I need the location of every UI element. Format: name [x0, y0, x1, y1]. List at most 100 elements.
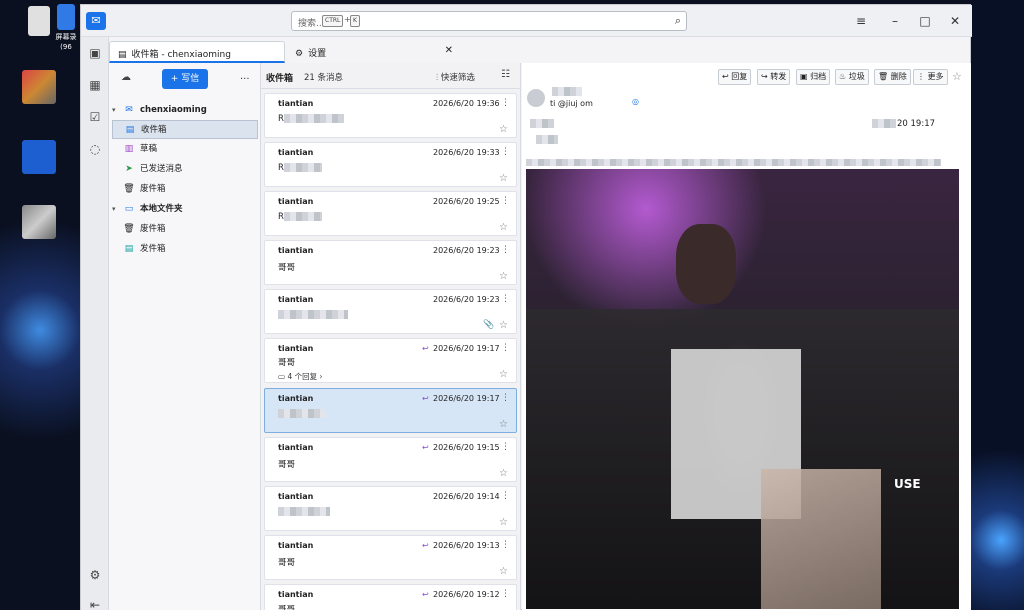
search-icon[interactable]: ⌕	[675, 14, 681, 28]
message-date: 2026/6/20 19:14	[433, 492, 500, 501]
get-messages-icon[interactable]: ☁	[121, 72, 131, 83]
star-icon[interactable]: ☆	[499, 419, 508, 430]
star-icon[interactable]: ☆	[499, 566, 508, 577]
folder-outbox[interactable]: ▤ 发件箱	[112, 240, 258, 259]
message-subject: 哥哥	[278, 558, 296, 568]
star-icon[interactable]: ☆	[499, 517, 508, 528]
quick-filter-button[interactable]: ⫶ 快速筛选	[436, 71, 475, 83]
message-count: 21 条消息	[304, 73, 344, 83]
message-card[interactable]: tiantian 2026/6/20 19:23 ⋮ 哥哥 ☆	[264, 240, 517, 285]
folder-drafts[interactable]: ▥ 草稿	[112, 140, 258, 159]
folder-label: 本地文件夹	[140, 204, 183, 214]
desktop-icon[interactable]	[4, 70, 74, 106]
message-subject: R	[278, 212, 322, 222]
message-menu-icon[interactable]: ⋮	[501, 294, 510, 304]
message-card[interactable]: tiantian 2026/6/20 19:36 ⋮ R ☆	[264, 93, 517, 138]
desktop-icon-screen-recorder[interactable]: 屏幕录 (96	[52, 4, 80, 51]
message-card[interactable]: tiantian 2026/6/20 19:14 ⋮ ☆	[264, 486, 517, 531]
folder-pane: ☁ + 写信 ... ▾ ✉ chenxiaoming ▤ 收件箱 ▥ 草稿 ➤ 已发送消…	[109, 63, 261, 610]
folder-label: 发件箱	[140, 244, 166, 254]
folder-account-local[interactable]: ▾ ▭ 本地文件夹	[112, 200, 258, 219]
titlebar: ✉ 搜索... CTRL + K ⌕ ≡ – □ ✕	[81, 5, 972, 37]
message-subject: R	[278, 114, 344, 124]
delete-button[interactable]: 🗑 删除	[874, 69, 911, 85]
delete-icon: 🗑	[878, 72, 889, 81]
star-icon[interactable]: ☆	[499, 124, 508, 135]
folder-account-chenxiaoming[interactable]: ▾ ✉ chenxiaoming	[112, 101, 258, 120]
tab-inbox[interactable]: ▤ 收件箱 - chenxiaoming	[109, 41, 285, 63]
star-icon[interactable]: ☆	[499, 173, 508, 184]
more-button[interactable]: ⋮ 更多	[913, 69, 948, 85]
message-card[interactable]: tiantian 2026/6/20 19:23 ⋮ 📎 ☆	[264, 289, 517, 334]
tasks-icon[interactable]: ☑	[87, 109, 103, 125]
replied-icon: ↩	[422, 344, 429, 353]
collapse-icon[interactable]: ⇤	[87, 597, 103, 610]
close-tab-icon[interactable]: ✕	[445, 45, 453, 56]
message-date: 2026/6/20 19:17	[433, 394, 500, 403]
folder-sent[interactable]: ➤ 已发送消息	[112, 160, 258, 179]
menu-icon[interactable]: ≡	[852, 12, 870, 30]
star-icon[interactable]: ☆	[499, 369, 508, 380]
tab-settings[interactable]: ⚙ 设置 ✕	[287, 41, 457, 63]
message-from: tiantian	[278, 99, 314, 108]
message-menu-icon[interactable]: ⋮	[501, 245, 510, 255]
message-card[interactable]: tiantian ↩ 2026/6/20 19:17 ⋮ 哥哥 ▭ 4 个回复 …	[264, 338, 517, 383]
reply-icon: ↩	[722, 72, 729, 81]
message-card[interactable]: tiantian 2026/6/20 19:33 ⋮ R ☆	[264, 142, 517, 187]
message-menu-icon[interactable]: ⋮	[501, 393, 510, 403]
message-card[interactable]: tiantian ↩ 2026/6/20 19:13 ⋮ 哥哥 ☆	[264, 535, 517, 580]
inbox-icon: ▤	[118, 50, 127, 60]
message-subject	[278, 409, 326, 419]
replied-icon: ↩	[422, 541, 429, 550]
message-card-selected[interactable]: tiantian ↩ 2026/6/20 19:17 ⋮ ☆	[264, 388, 517, 433]
message-from: tiantian	[278, 541, 314, 550]
chat-icon[interactable]: ◌	[87, 141, 103, 157]
message-menu-icon[interactable]: ⋮	[501, 589, 510, 599]
message-card[interactable]: tiantian 2026/6/20 19:25 ⋮ R ☆	[264, 191, 517, 236]
message-menu-icon[interactable]: ⋮	[501, 343, 510, 353]
calendar-icon[interactable]: ▦	[87, 77, 103, 93]
message-menu-icon[interactable]: ⋮	[501, 147, 510, 157]
message-from: tiantian	[278, 590, 314, 599]
reply-button[interactable]: ↩ 回复	[718, 69, 752, 85]
message-menu-icon[interactable]: ⋮	[501, 442, 510, 452]
star-icon[interactable]: ☆	[952, 70, 962, 83]
star-icon[interactable]: ☆	[499, 271, 508, 282]
message-card[interactable]: tiantian ↩ 2026/6/20 19:15 ⋮ 哥哥 ☆	[264, 437, 517, 482]
folder-pane-more-icon[interactable]: ...	[240, 71, 250, 82]
message-date: 2026/6/20 19:33	[433, 148, 500, 157]
message-menu-icon[interactable]: ⋮	[501, 491, 510, 501]
message-subject: 哥哥	[278, 358, 296, 368]
minimize-icon[interactable]: –	[886, 12, 904, 30]
desktop: 屏幕录 (96	[0, 0, 80, 610]
star-icon[interactable]: ☆	[499, 222, 508, 233]
folder-inbox[interactable]: ▤ 收件箱	[112, 120, 258, 139]
archive-button[interactable]: ▣ 归档	[796, 69, 831, 85]
chevron-down-icon: ▾	[112, 106, 116, 114]
junk-button[interactable]: ♨ 垃圾	[835, 69, 869, 85]
list-options-icon[interactable]: ☷	[501, 69, 510, 80]
folder-local-trash[interactable]: 🗑 废件箱	[112, 220, 258, 239]
folder-trash[interactable]: 🗑 废件箱	[112, 180, 258, 199]
message-card[interactable]: tiantian ↩ 2026/6/20 19:12 ⋮ 哥哥	[264, 584, 517, 610]
message-menu-icon[interactable]: ⋮	[501, 540, 510, 550]
global-search-input[interactable]: 搜索... CTRL + K ⌕	[291, 11, 687, 31]
message-menu-icon[interactable]: ⋮	[501, 98, 510, 108]
maximize-icon[interactable]: □	[916, 12, 934, 30]
message-subject	[278, 507, 330, 517]
subject-redacted	[536, 135, 558, 144]
address-book-icon[interactable]: ▣	[87, 45, 103, 61]
write-button[interactable]: + 写信	[162, 69, 208, 89]
settings-gear-icon[interactable]: ⚙	[87, 567, 103, 583]
desktop-icon[interactable]	[4, 205, 74, 241]
close-window-icon[interactable]: ✕	[946, 12, 964, 30]
desktop-icon[interactable]	[4, 140, 74, 176]
star-icon[interactable]: ☆	[499, 320, 508, 331]
star-icon[interactable]: ☆	[499, 468, 508, 479]
thread-replies-button[interactable]: ▭ 4 个回复 ›	[278, 371, 323, 382]
forward-icon: ↪	[761, 72, 768, 81]
folder-label: chenxiaoming	[140, 105, 207, 115]
message-menu-icon[interactable]: ⋮	[501, 196, 510, 206]
draft-icon: ▥	[124, 144, 134, 154]
forward-button[interactable]: ↪ 转发	[757, 69, 791, 85]
